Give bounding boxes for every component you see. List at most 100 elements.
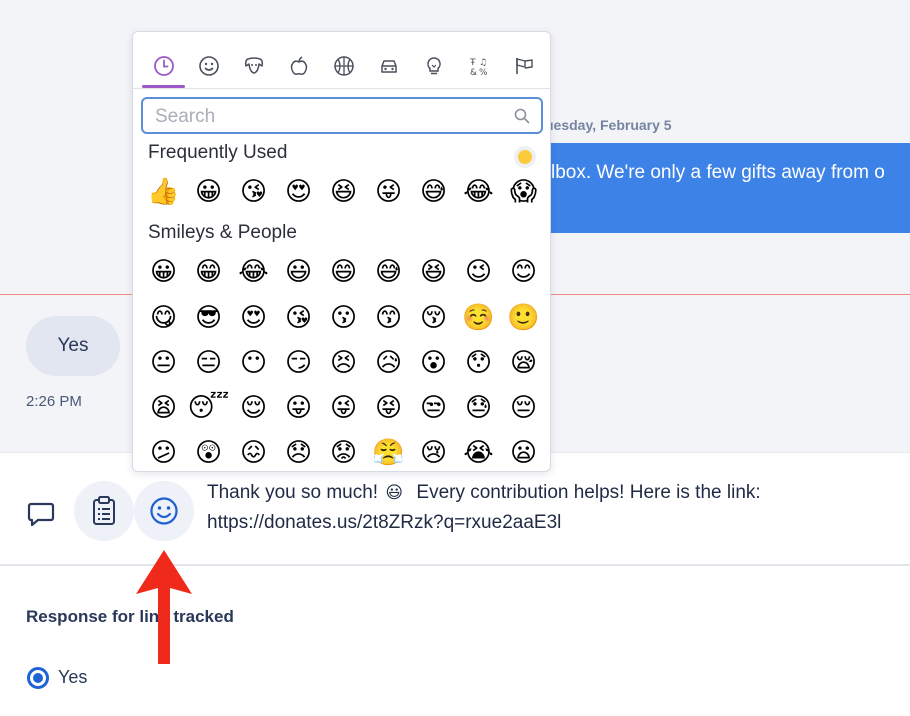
smileys-emoji-row: 😫 😴 😌 😛 😜 😝 😒 😓 😔 <box>141 385 546 430</box>
emoji-button[interactable]: 😃 <box>276 249 321 294</box>
svg-text:♫: ♫ <box>479 58 487 68</box>
tab-flags[interactable] <box>501 44 546 88</box>
emoji-button[interactable]: 😮 <box>411 340 456 385</box>
clipboard-icon <box>93 496 115 525</box>
incoming-message-bubble <box>530 143 910 233</box>
emoji-button[interactable]: 😎 <box>186 295 231 340</box>
emoji-button[interactable]: 😅 <box>411 169 456 214</box>
emoji-button[interactable]: 😥 <box>366 340 411 385</box>
emoji-button[interactable]: 😁 <box>186 249 231 294</box>
radio-selected-dot <box>33 673 43 683</box>
emoji-picker: Ŧ ♫ & % Frequently Used <box>132 31 551 472</box>
flags-icon <box>515 58 533 74</box>
emoji-button[interactable]: 😅 <box>366 249 411 294</box>
emoji-button[interactable]: 😯 <box>456 340 501 385</box>
emoji-button[interactable]: 😆 <box>411 249 456 294</box>
smileys-emoji-row: 😀 😁 😂 😃 😄 😅 😆 😉 😊 <box>141 249 546 294</box>
tab-animals[interactable] <box>231 44 276 88</box>
emoji-button[interactable]: 😓 <box>456 385 501 430</box>
tab-food[interactable] <box>276 44 321 88</box>
emoji-button[interactable]: 😍 <box>276 169 321 214</box>
frequently-used-title: Frequently Used <box>148 142 288 163</box>
tab-activity[interactable] <box>321 44 366 88</box>
smileys-icon <box>198 56 219 76</box>
frequent-emoji-row: 👍 😀 😘 😍 😆 😜 😅 😂 😱 <box>141 169 546 214</box>
emoji-button[interactable]: 😪 <box>501 340 546 385</box>
emoji-button[interactable]: 😑 <box>186 340 231 385</box>
template-button[interactable] <box>74 481 134 541</box>
message-input[interactable]: Thank you so much! 😃 Every contribution … <box>207 478 897 538</box>
svg-text:Ŧ: Ŧ <box>469 58 476 68</box>
emoji-button[interactable]: 😋 <box>141 295 186 340</box>
activity-icon <box>333 56 354 76</box>
emoji-button[interactable]: 😄 <box>321 249 366 294</box>
emoji-button[interactable]: 😭 <box>456 430 501 471</box>
tab-symbols[interactable]: Ŧ ♫ & % <box>456 44 501 88</box>
response-section-title: Response for link tracked <box>26 607 234 626</box>
symbols-icon: Ŧ ♫ & % <box>469 58 488 77</box>
emoji-button[interactable]: 😱 <box>501 169 546 214</box>
emoji-button[interactable]: 😞 <box>276 430 321 471</box>
emoji-button[interactable]: 😚 <box>411 295 456 340</box>
emoji-button[interactable]: 😤 <box>366 430 411 471</box>
emoji-button[interactable]: 😴 <box>186 385 231 430</box>
emoji-button[interactable]: 🙂 <box>501 295 546 340</box>
emoji-button[interactable]: 😏 <box>276 340 321 385</box>
emoji-button[interactable]: 😶 <box>231 340 276 385</box>
yes-radio-label[interactable]: Yes <box>58 667 87 688</box>
animals-icon <box>244 57 263 74</box>
travel-icon <box>380 60 397 73</box>
smileys-emoji-row: 😐 😑 😶 😏 😣 😥 😮 😯 😪 <box>141 340 546 385</box>
emoji-button[interactable]: 😒 <box>411 385 456 430</box>
emoji-button[interactable]: 😗 <box>321 295 366 340</box>
emoji-button[interactable]: ☺️ <box>456 295 501 340</box>
skin-tone-selector[interactable] <box>514 146 536 168</box>
emoji-button[interactable]: 😊 <box>501 249 546 294</box>
emoji-search-input[interactable] <box>153 99 497 134</box>
emoji-button[interactable]: 😖 <box>231 430 276 471</box>
emoji-button[interactable]: 😕 <box>141 430 186 471</box>
emoji-button[interactable]: 😜 <box>366 169 411 214</box>
emoji-button[interactable]: 👍 <box>141 169 186 214</box>
emoji-button[interactable]: 😦 <box>501 430 546 471</box>
emoji-button[interactable]: 😫 <box>141 385 186 430</box>
emoji-button[interactable]: 😘 <box>231 169 276 214</box>
emoji-category-tabs: Ŧ ♫ & % <box>141 44 546 88</box>
message-text-part2: Every contribution helps! Here is the li… <box>416 482 761 503</box>
emoji-button[interactable]: 😀 <box>186 169 231 214</box>
reply-message-bubble: Yes <box>26 316 120 376</box>
emoji-button[interactable]: 😟 <box>321 430 366 471</box>
smileys-emoji-row: 😕 😲 😖 😞 😟 😤 😢 😭 😦 <box>141 430 546 471</box>
emoji-button[interactable]: 😌 <box>231 385 276 430</box>
emoji-button[interactable] <box>134 481 194 541</box>
recent-icon <box>153 56 174 76</box>
category-divider <box>133 88 550 89</box>
emoji-button[interactable]: 😍 <box>231 295 276 340</box>
objects-icon <box>426 57 441 75</box>
emoji-button[interactable]: 😂 <box>456 169 501 214</box>
tab-smileys[interactable] <box>186 44 231 88</box>
emoji-button[interactable]: 😣 <box>321 340 366 385</box>
emoji-button[interactable]: 😔 <box>501 385 546 430</box>
emoji-button[interactable]: 😀 <box>141 249 186 294</box>
emoji-button[interactable]: 😘 <box>276 295 321 340</box>
emoji-button[interactable]: 😙 <box>366 295 411 340</box>
emoji-button[interactable]: 😆 <box>321 169 366 214</box>
emoji-button[interactable]: 😐 <box>141 340 186 385</box>
yes-radio-button[interactable] <box>27 667 49 689</box>
incoming-message-text: lbox. We're only a few gifts away from o <box>551 162 885 183</box>
tab-objects[interactable] <box>411 44 456 88</box>
emoji-button[interactable]: 😝 <box>366 385 411 430</box>
emoji-button[interactable]: 😢 <box>411 430 456 471</box>
emoji-button[interactable]: 😲 <box>186 430 231 471</box>
chat-bubble-icon <box>27 502 55 527</box>
tab-travel[interactable] <box>366 44 411 88</box>
tab-recent[interactable] <box>141 44 186 88</box>
emoji-button[interactable]: 😛 <box>276 385 321 430</box>
reply-message-text: Yes <box>57 335 89 356</box>
emoji-button[interactable]: 😜 <box>321 385 366 430</box>
smiley-icon <box>150 497 178 525</box>
emoji-button[interactable]: 😂 <box>231 249 276 294</box>
emoji-button[interactable]: 😉 <box>456 249 501 294</box>
chat-mode-button[interactable] <box>18 490 64 536</box>
